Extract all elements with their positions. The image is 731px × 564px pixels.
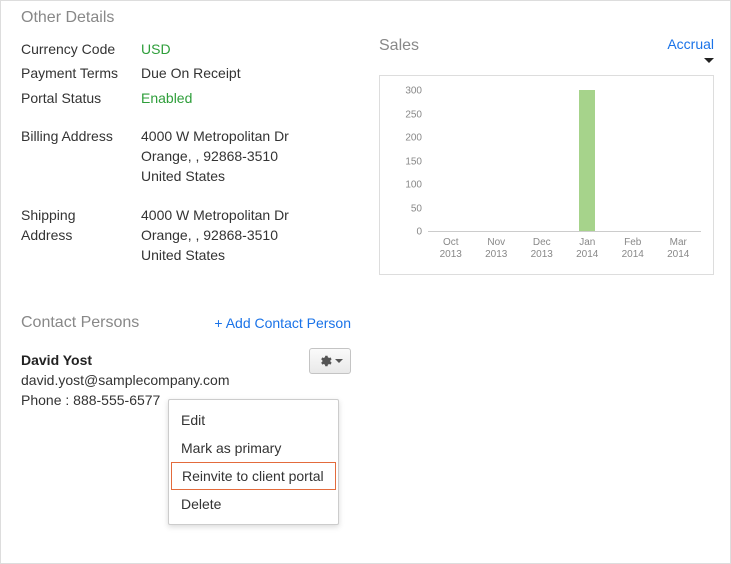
shipping-line2: Orange, , 92868-3510	[141, 225, 289, 245]
menu-item-delete[interactable]: Delete	[169, 490, 338, 518]
caret-down-icon	[335, 359, 343, 363]
chart-x-tick: Mar2014	[667, 231, 689, 261]
portal-status-label: Portal Status	[21, 88, 141, 108]
chart-y-tick: 300	[405, 86, 428, 97]
shipping-line1: 4000 W Metropolitan Dr	[141, 205, 289, 225]
payment-terms-label: Payment Terms	[21, 63, 141, 83]
payment-terms-value: Due On Receipt	[141, 63, 241, 83]
billing-line1: 4000 W Metropolitan Dr	[141, 126, 289, 146]
chart-gridline: 300	[428, 90, 701, 91]
chart-bar	[579, 90, 595, 231]
shipping-address-label-1: Shipping	[21, 205, 141, 225]
other-details-heading: Other Details	[21, 9, 361, 27]
shipping-address-label-2: Address	[21, 225, 141, 245]
accrual-basis-label: Accrual	[667, 36, 714, 52]
currency-value: USD	[141, 39, 171, 59]
chart-gridline: 250	[428, 114, 701, 115]
chart-y-tick: 150	[405, 156, 428, 167]
contact-persons-heading: Contact Persons	[21, 314, 139, 332]
shipping-line3: United States	[141, 245, 289, 265]
currency-label: Currency Code	[21, 39, 141, 59]
contact-name: David Yost	[21, 350, 351, 370]
menu-item-reinvite[interactable]: Reinvite to client portal	[171, 462, 336, 490]
contact-email: david.yost@samplecompany.com	[21, 370, 351, 390]
chart-gridline: 150	[428, 161, 701, 162]
chart-y-tick: 100	[405, 180, 428, 191]
chart-gridline: 100	[428, 184, 701, 185]
chart-x-tick: Oct2013	[440, 231, 462, 261]
portal-status-value: Enabled	[141, 88, 192, 108]
billing-address-block: Billing Address 4000 W Metropolitan Dr O…	[21, 126, 361, 187]
portal-status-row: Portal Status Enabled	[21, 88, 361, 108]
chart-gridline: 200	[428, 137, 701, 138]
accrual-basis-dropdown[interactable]: Accrual	[667, 37, 714, 65]
chart-x-tick: Nov2013	[485, 231, 507, 261]
menu-item-mark-primary[interactable]: Mark as primary	[169, 434, 338, 462]
chart-y-tick: 200	[405, 133, 428, 144]
menu-item-edit[interactable]: Edit	[169, 406, 338, 434]
caret-down-icon	[704, 58, 714, 63]
add-contact-person-link[interactable]: + Add Contact Person	[214, 315, 351, 331]
contact-actions-dropdown: Edit Mark as primary Reinvite to client …	[168, 399, 339, 525]
billing-line2: Orange, , 92868-3510	[141, 146, 289, 166]
shipping-address-block: Shipping Address 4000 W Metropolitan Dr …	[21, 205, 361, 266]
currency-row: Currency Code USD	[21, 39, 361, 59]
contact-actions-button[interactable]	[309, 348, 351, 374]
chart-x-tick: Dec2013	[531, 231, 553, 261]
chart-y-tick: 50	[411, 203, 428, 214]
sales-chart-title: Sales	[379, 37, 419, 55]
payment-terms-row: Payment Terms Due On Receipt	[21, 63, 361, 83]
chart-x-tick: Jan2014	[576, 231, 598, 261]
sales-chart: 0 50 100 150 200 250 300 Oct2013 Nov2013 Dec2013 J…	[379, 75, 714, 275]
chart-gridline: 0	[428, 231, 701, 232]
billing-address-label: Billing Address	[21, 126, 141, 187]
gear-icon	[318, 354, 332, 368]
chart-y-tick: 0	[416, 227, 428, 238]
chart-gridline: 50	[428, 208, 701, 209]
chart-y-tick: 250	[405, 109, 428, 120]
chart-x-tick: Feb2014	[622, 231, 644, 261]
billing-line3: United States	[141, 166, 289, 186]
